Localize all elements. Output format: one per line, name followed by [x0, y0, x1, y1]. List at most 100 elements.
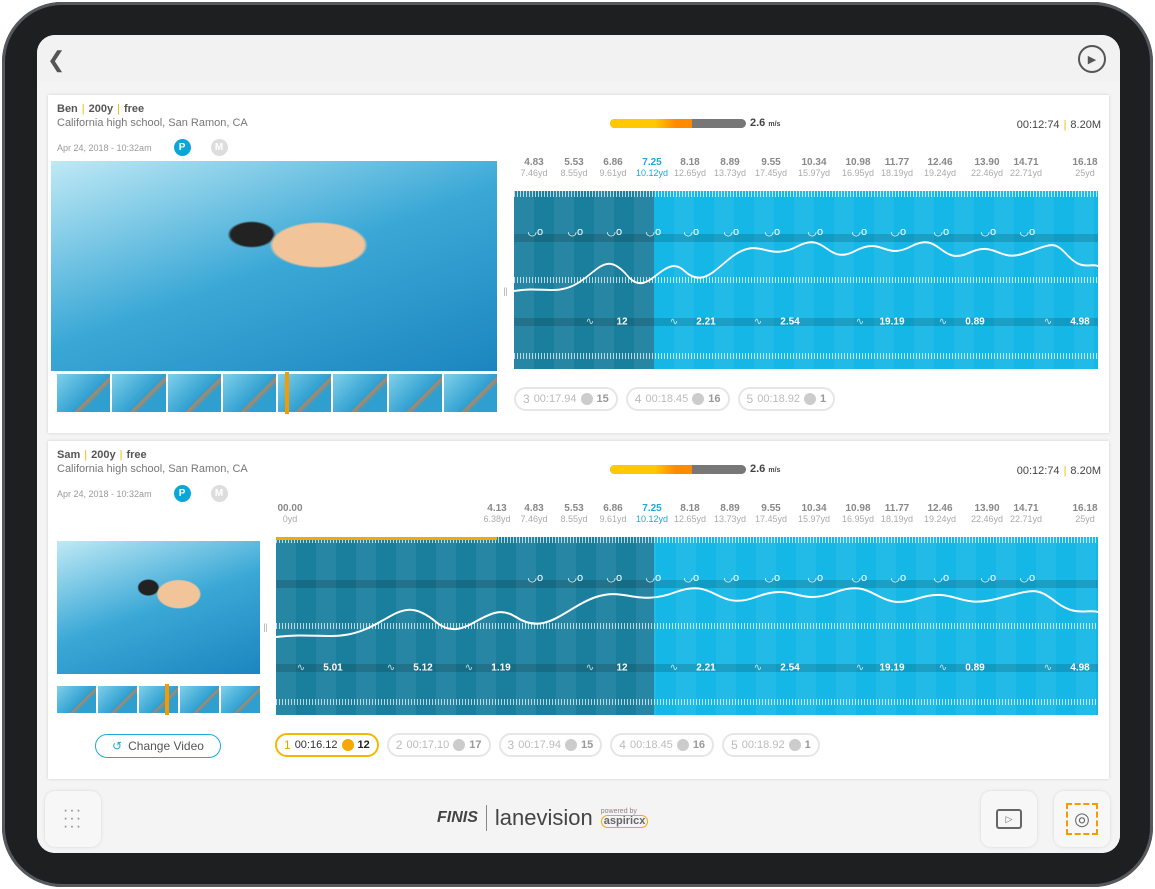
split-label[interactable]: 6.86 9.61yd: [599, 503, 626, 524]
back-chevron-left-icon[interactable]: ❮: [47, 47, 65, 73]
split-distance: 12.65yd: [673, 514, 707, 524]
split-label[interactable]: 10.98 16.95yd: [842, 503, 874, 524]
split-label[interactable]: 16.18 25yd: [1072, 503, 1097, 524]
velocity-curve: [276, 587, 1098, 638]
resize-handle[interactable]: ‖: [263, 621, 268, 635]
video-scrubber[interactable]: [165, 684, 169, 715]
split-label[interactable]: 4.13 6.38yd: [483, 503, 510, 524]
stroke-marker-icon[interactable]: ◡o: [1017, 225, 1035, 238]
stroke-marker-icon[interactable]: ◡o: [525, 225, 543, 238]
split-label[interactable]: 7.25 10.12yd: [636, 503, 668, 524]
lap-number: 5: [731, 738, 738, 752]
lap-button[interactable]: 3 00:17.94 15: [498, 733, 603, 757]
stroke-timeline-chart[interactable]: ◡o ◡o ◡o ◡o ◡o ◡o ◡o ◡o ◡o ◡o ◡o ◡o ◡o ∿ 5…: [276, 537, 1098, 715]
stroke-marker-icon[interactable]: ◡o: [888, 571, 906, 584]
stroke-marker-icon[interactable]: ◡o: [604, 571, 622, 584]
badge-m[interactable]: M: [210, 485, 228, 502]
video-thumbnails[interactable]: [57, 374, 497, 412]
stroke-marker-icon[interactable]: ◡o: [604, 225, 622, 238]
split-distance: 18.19yd: [880, 514, 914, 524]
stroke-marker-icon[interactable]: ◡o: [849, 571, 867, 584]
split-label[interactable]: 12.46 19.24yd: [924, 157, 956, 178]
stroke-marker-icon[interactable]: ◡o: [1017, 571, 1035, 584]
lap-button[interactable]: 2 00:17.10 17: [386, 733, 491, 757]
video-frame[interactable]: [51, 161, 497, 371]
split-label[interactable]: 9.55 17.45yd: [755, 503, 787, 524]
split-distance: 9.61yd: [599, 168, 627, 178]
stroke-marker-icon[interactable]: ◡o: [565, 225, 583, 238]
video-thumbnails[interactable]: [57, 686, 260, 713]
video-frame[interactable]: [57, 541, 260, 674]
play-circle-icon[interactable]: ▶: [1078, 45, 1106, 73]
split-label[interactable]: 00.00 0yd: [277, 503, 302, 524]
split-label[interactable]: 11.77 18.19yd: [881, 157, 913, 178]
lap-time: 00:17.94: [518, 739, 562, 751]
lap-button[interactable]: 4 00:18.45 16: [625, 387, 730, 411]
split-label[interactable]: 4.83 7.46yd: [520, 503, 547, 524]
split-label[interactable]: 10.34 15.97yd: [798, 157, 830, 178]
split-label[interactable]: 8.18 12.65yd: [674, 157, 706, 178]
stroke-count-icon: ∿: [585, 662, 595, 674]
badge-p[interactable]: P: [173, 485, 191, 502]
split-time: 11.77: [884, 157, 910, 168]
split-label[interactable]: 6.86 9.61yd: [599, 157, 626, 178]
split-time: 8.18: [680, 157, 700, 168]
lap-button[interactable]: 4 00:18.45 16: [610, 733, 715, 757]
stroke-count-pin-icon: [453, 739, 466, 751]
split-label[interactable]: 13.90 22.46yd: [971, 157, 1003, 178]
badge-m[interactable]: M: [210, 139, 228, 156]
stroke-marker-icon[interactable]: ◡o: [525, 571, 543, 584]
stroke-marker-icon[interactable]: ◡o: [805, 225, 823, 238]
stroke-marker-icon[interactable]: ◡o: [643, 225, 661, 238]
split-label[interactable]: 14.71 22.71yd: [1010, 157, 1042, 178]
lap-button[interactable]: 1 00:16.12 12: [275, 733, 379, 757]
stroke-marker-icon[interactable]: ◡o: [931, 225, 949, 238]
split-label[interactable]: 4.83 7.46yd: [520, 157, 547, 178]
change-video-button[interactable]: ↺ Change Video: [95, 734, 221, 758]
stroke-marker-icon[interactable]: ◡o: [721, 571, 739, 584]
metric-value: 19.19: [879, 316, 905, 328]
split-label[interactable]: 8.89 13.73yd: [714, 157, 746, 178]
stroke-marker-icon[interactable]: ◡o: [643, 571, 661, 584]
stroke-marker-icon[interactable]: ◡o: [762, 571, 780, 584]
resize-handle[interactable]: ‖: [503, 285, 508, 299]
capture-button[interactable]: ◎: [1054, 791, 1110, 847]
split-label[interactable]: 13.90 22.46yd: [971, 503, 1003, 524]
lap-time: 00:16.12: [294, 739, 338, 751]
lap-button[interactable]: 5 00:18.92 1: [722, 733, 820, 757]
split-label[interactable]: 9.55 17.45yd: [755, 157, 787, 178]
add-video-button[interactable]: ▷: [981, 791, 1037, 847]
stroke-marker-icon[interactable]: ◡o: [565, 571, 583, 584]
grid-icon[interactable]: ∙∙∙ ∙∙∙ ∙∙∙: [45, 791, 101, 847]
lap-button[interactable]: 5 00:18.92 1: [737, 387, 836, 411]
date: Apr 24, 2018 - 10:32am: [57, 488, 152, 499]
split-label[interactable]: 8.18 12.65yd: [674, 503, 706, 524]
stroke-marker-icon[interactable]: ◡o: [721, 225, 739, 238]
split-label[interactable]: 16.18 25yd: [1072, 157, 1097, 178]
split-label[interactable]: 5.53 8.55yd: [560, 503, 587, 524]
stroke-marker-icon[interactable]: ◡o: [978, 225, 996, 238]
badge-p[interactable]: P: [173, 139, 191, 156]
stroke-timeline-chart[interactable]: ◡o ◡o ◡o ◡o ◡o ◡o ◡o ◡o ◡o ◡o ◡o ◡o ◡o ∿ 1…: [514, 191, 1098, 369]
stroke-marker-icon[interactable]: ◡o: [931, 571, 949, 584]
split-label[interactable]: 7.25 10.12yd: [636, 157, 668, 178]
stroke-marker-icon[interactable]: ◡o: [888, 225, 906, 238]
split-label[interactable]: 12.46 19.24yd: [924, 503, 956, 524]
stroke-marker-icon[interactable]: ◡o: [762, 225, 780, 238]
time-distance: 00:12:74 | 8.20M: [1016, 119, 1101, 131]
video-scrubber[interactable]: [285, 372, 289, 414]
lap-button[interactable]: 3 00:17.94 15: [514, 387, 618, 411]
stroke-marker-icon[interactable]: ◡o: [978, 571, 996, 584]
metric-value: 19.19: [879, 662, 905, 674]
split-label[interactable]: 10.34 15.97yd: [798, 503, 830, 524]
stroke-marker-icon[interactable]: ◡o: [681, 225, 699, 238]
stroke-marker-icon[interactable]: ◡o: [849, 225, 867, 238]
stroke-marker-icon[interactable]: ◡o: [681, 571, 699, 584]
split-label[interactable]: 14.71 22.71yd: [1010, 503, 1042, 524]
split-label[interactable]: 11.77 18.19yd: [881, 503, 913, 524]
split-label[interactable]: 8.89 13.73yd: [714, 503, 746, 524]
stroke-marker-icon[interactable]: ◡o: [805, 571, 823, 584]
split-label[interactable]: 10.98 16.95yd: [842, 157, 874, 178]
split-label[interactable]: 5.53 8.55yd: [560, 157, 587, 178]
elapsed-time: 00:12:74: [1016, 465, 1060, 477]
